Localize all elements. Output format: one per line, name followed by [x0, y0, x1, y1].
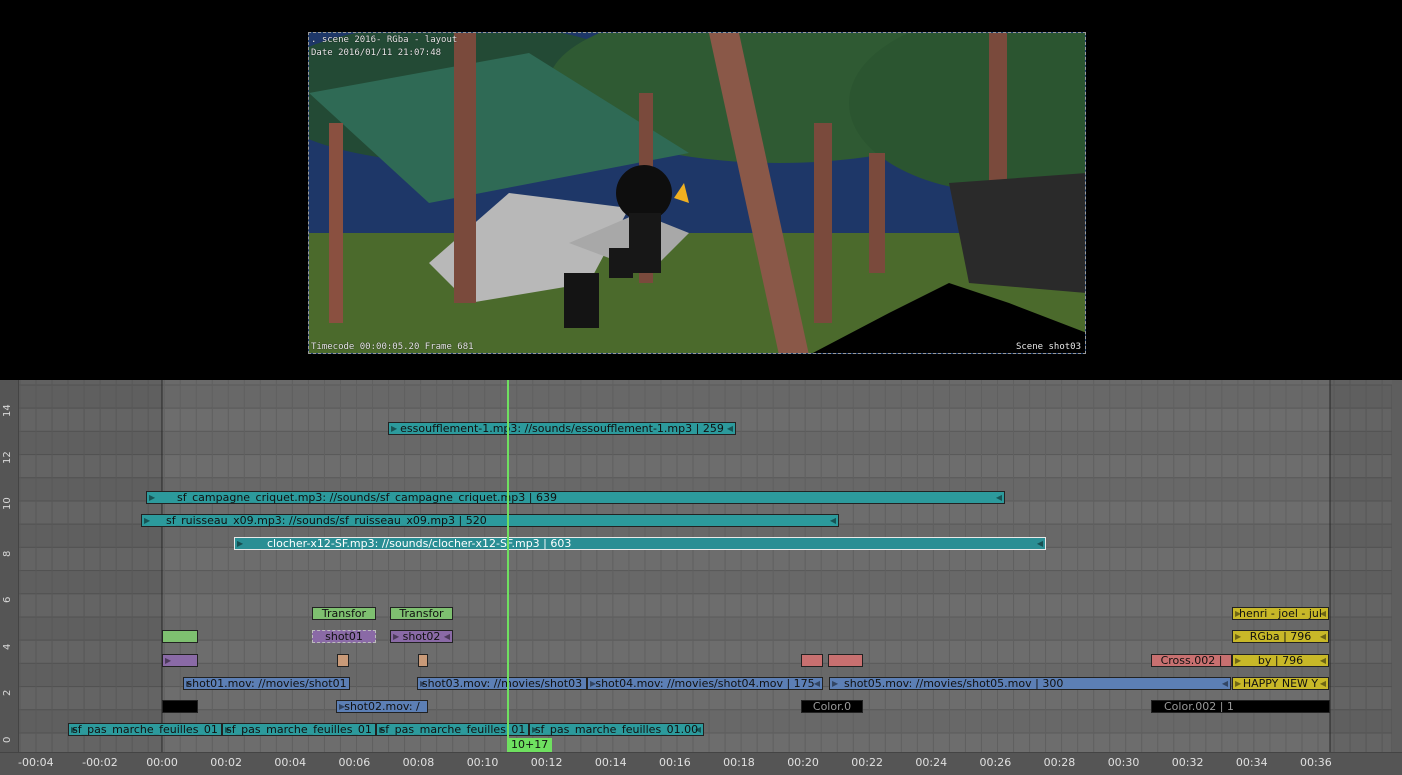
time-tick: 00:16	[659, 756, 691, 769]
channel-tick: 12	[2, 451, 13, 464]
time-tick: 00:08	[402, 756, 435, 769]
strip-shot05-mov[interactable]: ▶ shot05.mov: //movies/shot05.mov | 300 ◀	[829, 677, 1231, 690]
vertical-scrollbar[interactable]	[1392, 380, 1402, 752]
time-tick: 00:10	[466, 756, 499, 769]
stamp-scene: Scene shot03	[1015, 342, 1081, 352]
strip-henri[interactable]: ▶ henri - joel - jul ◀	[1232, 607, 1329, 620]
strip-shot03-mov[interactable]: ▶ shot03.mov: //movies/shot03	[417, 677, 587, 690]
strip-campagne[interactable]: ▶ sf_campagne_criquet.mp3: //sounds/sf_ca…	[146, 491, 1005, 504]
preview-area: . scene 2016- RGba - layout Date 2016/01…	[0, 0, 1402, 380]
time-tick: 00:20	[787, 756, 819, 769]
time-tick: 00:02	[210, 756, 242, 769]
time-tick: 00:24	[915, 756, 948, 769]
time-tick: 00:04	[274, 756, 307, 769]
strip-shot02-mov[interactable]: ▶ shot02.mov: /	[336, 700, 428, 713]
time-tick: 00:14	[594, 756, 627, 769]
channel-tick: 8	[2, 550, 13, 557]
strip-shot01-mov[interactable]: ▶ shot01.mov: //movies/shot01	[183, 677, 350, 690]
time-tick: 00:12	[530, 756, 563, 769]
time-ruler[interactable]: -00:04 -00:02 00:00 00:02 00:04 00:06 00:08 00:…	[0, 752, 1402, 775]
strip-cross-1[interactable]	[801, 654, 823, 667]
channel-tick: 0	[2, 736, 13, 743]
time-tick: 00:34	[1235, 756, 1268, 769]
strip-ruisseau[interactable]: ▶ sf_ruisseau_x09.mp3: //sounds/sf_ruisse…	[141, 514, 839, 527]
strip-happy-new-year[interactable]: ▶ HAPPY NEW Y ◀	[1232, 677, 1329, 690]
strip-shot04-mov[interactable]: ▶ shot04.mov: //movies/shot04.mov | 175 ◀	[587, 677, 823, 690]
strip-rgba[interactable]: ▶ RGba | 796 ◀	[1232, 630, 1329, 643]
strip-cross-2[interactable]	[828, 654, 863, 667]
timeline-grid	[3, 380, 1393, 752]
strip-by[interactable]: ▶ by | 796 ◀	[1232, 654, 1329, 667]
stamp-timecode: Timecode 00:00:05.20 Frame 681	[311, 342, 474, 352]
time-tick: 00:26	[979, 756, 1012, 769]
channel-tick: 6	[2, 596, 13, 603]
time-tick: -00:04	[18, 756, 54, 769]
channel-tick: 4	[2, 643, 13, 650]
stamp-top: . scene 2016- RGba - layout	[311, 35, 458, 45]
strip-color002[interactable]: Color.002 | 1	[1151, 700, 1330, 713]
strip-image-2[interactable]	[418, 654, 428, 667]
sequencer-timeline[interactable]: 0 2 4 6 8 10 12 14 ▶ essoufflement-1.mp3: //soun…	[0, 380, 1402, 775]
strip-pas-4[interactable]: ▶ sf_pas_marche_feuilles_01.00 ◀	[529, 723, 704, 736]
strip-shot01-meta[interactable]: shot01	[312, 630, 376, 643]
time-tick: 00:32	[1171, 756, 1204, 769]
current-frame-indicator[interactable]: 10+17	[507, 738, 553, 752]
time-tick: 00:22	[851, 756, 883, 769]
time-tick: 00:36	[1300, 756, 1332, 769]
time-tick: 00:30	[1107, 756, 1140, 769]
strip-color0[interactable]: Color.0	[801, 700, 863, 713]
strip-color-black[interactable]	[162, 700, 198, 713]
playhead[interactable]	[507, 380, 509, 752]
channel-tick: 10	[2, 497, 13, 510]
strip-pas-2[interactable]: ▶ sf_pas_marche_feuilles_01	[222, 723, 376, 736]
strip-meta-small[interactable]: ▶	[162, 654, 198, 667]
channel-ruler: 0 2 4 6 8 10 12 14	[0, 380, 19, 752]
time-tick: -00:02	[82, 756, 118, 769]
time-tick: 00:18	[723, 756, 755, 769]
channel-tick: 2	[2, 689, 13, 696]
strip-shot02-meta[interactable]: ▶ shot02 ◀	[390, 630, 453, 643]
stamp-date: Date 2016/01/11 21:07:48	[311, 48, 442, 58]
strip-clocher[interactable]: ▶ clocher-x12-SF.mp3: //sounds/clocher-x1…	[234, 537, 1046, 550]
forest-scene-image	[309, 33, 1085, 353]
strip-essoufflement[interactable]: ▶ essoufflement-1.mp3: //sounds/essouffle…	[388, 422, 736, 435]
render-preview-frame: . scene 2016- RGba - layout Date 2016/01…	[308, 32, 1086, 354]
strip-color-effect[interactable]	[162, 630, 198, 643]
strip-image-1[interactable]	[337, 654, 349, 667]
strip-pas-1[interactable]: ▶ sf_pas_marche_feuilles_01	[68, 723, 222, 736]
time-tick: 00:28	[1043, 756, 1076, 769]
strip-cross-002[interactable]: Cross.002 |	[1151, 654, 1232, 667]
strip-transform-2[interactable]: Transfor	[390, 607, 453, 620]
time-tick: 00:06	[338, 756, 371, 769]
strip-transform-1[interactable]: Transfor	[312, 607, 376, 620]
time-tick: 00:00	[146, 756, 178, 769]
channel-tick: 14	[2, 404, 13, 417]
